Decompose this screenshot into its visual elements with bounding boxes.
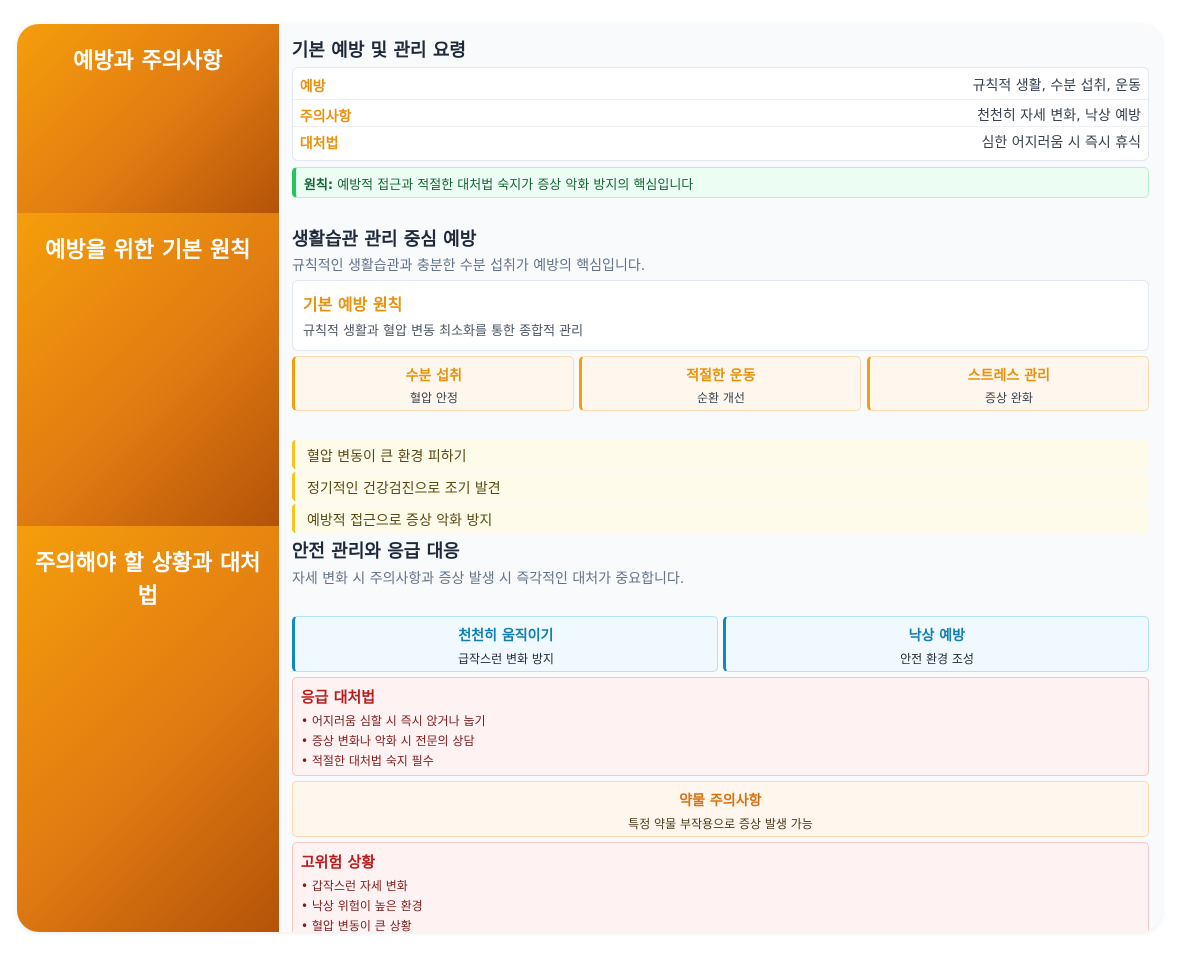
- summary-row: 주의사항 천천히 자세 변화, 낙상 예방: [293, 99, 1148, 126]
- tip-item: 정기적인 건강검진으로 조기 발견: [292, 472, 1149, 501]
- drug-caution-box: 약물 주의사항 특정 약물 부작용으로 증상 발생 가능: [292, 781, 1149, 837]
- emergency-box: 응급 대처법 • 어지러움 심할 시 즉시 앉거나 눕기 • 증상 변화나 악화…: [292, 677, 1149, 776]
- basic-principle-title: 기본 예방 원칙: [303, 295, 403, 314]
- summary-label: 예방: [300, 79, 326, 95]
- pillar-title: 스트레스 관리: [967, 368, 1051, 384]
- section-heading: 기본 예방 및 관리 요령: [292, 40, 467, 61]
- basic-principle-desc: 규칙적 생활과 혈압 변동 최소화를 통한 종합적 관리: [303, 324, 584, 339]
- summary-label: 대처법: [300, 136, 339, 152]
- movement-card: 낙상 예방 안전 환경 조성: [723, 616, 1149, 672]
- section-main: 생활습관 관리 중심 예방 규칙적인 생활습관과 충분한 수분 섭취가 예방의 …: [279, 213, 1162, 533]
- emergency-title: 응급 대처법: [301, 688, 376, 706]
- movement-card: 천천히 움직이기 급작스런 변화 방지: [292, 616, 718, 672]
- pillar-sub: 증상 완화: [985, 391, 1033, 405]
- emergency-item: • 어지러움 심할 시 즉시 앉거나 눕기: [301, 714, 486, 728]
- principle-callout: 원칙: 예방적 접근과 적절한 대처법 숙지가 증상 악화 방지의 핵심입니다: [292, 167, 1149, 198]
- high-risk-title: 고위험 상황: [301, 853, 376, 871]
- principle-text: 예방적 접근과 적절한 대처법 숙지가 증상 악화 방지의 핵심입니다: [333, 178, 694, 193]
- principle-label: 원칙:: [304, 178, 334, 193]
- section-main: 안전 관리와 응급 대응 자세 변화 시 주의사항과 증상 발생 시 즉각적인 …: [279, 526, 1162, 932]
- section-prevention-caution: 예방과 주의사항 기본 예방 및 관리 요령 예방 규칙적 생활, 수분 섭취,…: [17, 24, 1162, 213]
- summary-value: 천천히 자세 변화, 낙상 예방: [977, 108, 1141, 124]
- summary-row: 대처법 심한 어지러움 시 즉시 휴식: [293, 126, 1148, 153]
- pillar-sub: 혈압 안정: [410, 391, 458, 405]
- emergency-item: • 증상 변화나 악화 시 전문의 상담: [301, 734, 475, 748]
- section-subtitle: 규칙적인 생활습관과 충분한 수분 섭취가 예방의 핵심입니다.: [292, 258, 646, 274]
- section-heading: 생활습관 관리 중심 예방: [292, 229, 477, 250]
- content-card: 예방과 주의사항 기본 예방 및 관리 요령 예방 규칙적 생활, 수분 섭취,…: [17, 24, 1162, 932]
- movement-sub: 안전 환경 조성: [900, 652, 974, 666]
- summary-value: 규칙적 생활, 수분 섭취, 운동: [972, 78, 1141, 94]
- high-risk-item: • 혈압 변동이 큰 상황: [301, 919, 412, 932]
- pillar-card: 수분 섭취 혈압 안정: [292, 356, 574, 411]
- section-caution-response: 주의해야 할 상황과 대처법 안전 관리와 응급 대응 자세 변화 시 주의사항…: [17, 526, 1162, 932]
- movement-title: 낙상 예방: [908, 628, 966, 644]
- section-heading: 안전 관리와 응급 대응: [292, 541, 460, 562]
- drug-caution-sub: 특정 약물 부작용으로 증상 발생 가능: [628, 817, 813, 831]
- section-subtitle: 자세 변화 시 주의사항과 증상 발생 시 즉각적인 대처가 중요합니다.: [292, 571, 685, 587]
- pillar-title: 수분 섭취: [405, 368, 463, 384]
- summary-value: 심한 어지러움 시 즉시 휴식: [981, 135, 1141, 151]
- movement-title: 천천히 움직이기: [458, 628, 554, 644]
- movement-sub: 급작스런 변화 방지: [458, 652, 554, 666]
- drug-caution-title: 약물 주의사항: [679, 793, 762, 809]
- pillar-title: 적절한 운동: [686, 368, 756, 384]
- section-basic-principles: 예방을 위한 기본 원칙 생활습관 관리 중심 예방 규칙적인 생활습관과 충분…: [17, 213, 1162, 533]
- pillar-card: 스트레스 관리 증상 완화: [867, 356, 1149, 411]
- emergency-item: • 적절한 대처법 숙지 필수: [301, 754, 434, 768]
- high-risk-item: • 갑작스런 자세 변화: [301, 879, 408, 893]
- summary-row: 예방 규칙적 생활, 수분 섭취, 운동: [293, 70, 1148, 97]
- summary-table: 예방 규칙적 생활, 수분 섭취, 운동 주의사항 천천히 자세 변화, 낙상 …: [292, 67, 1149, 161]
- high-risk-box: 고위험 상황 • 갑작스런 자세 변화 • 낙상 위험이 높은 환경 • 혈압 …: [292, 842, 1149, 932]
- section-side-title: 예방을 위한 기본 원칙: [17, 213, 279, 526]
- pillar-sub: 순환 개선: [697, 391, 745, 405]
- tip-item: 혈압 변동이 큰 환경 피하기: [292, 440, 1149, 469]
- high-risk-item: • 낙상 위험이 높은 환경: [301, 899, 423, 913]
- pillar-card: 적절한 운동 순환 개선: [579, 356, 861, 411]
- section-side-title: 주의해야 할 상황과 대처법: [17, 526, 279, 932]
- section-main: 기본 예방 및 관리 요령 예방 규칙적 생활, 수분 섭취, 운동 주의사항 …: [279, 24, 1162, 213]
- section-side-title: 예방과 주의사항: [17, 24, 279, 213]
- summary-label: 주의사항: [300, 109, 352, 125]
- basic-principle-box: 기본 예방 원칙 규칙적 생활과 혈압 변동 최소화를 통한 종합적 관리: [292, 280, 1149, 351]
